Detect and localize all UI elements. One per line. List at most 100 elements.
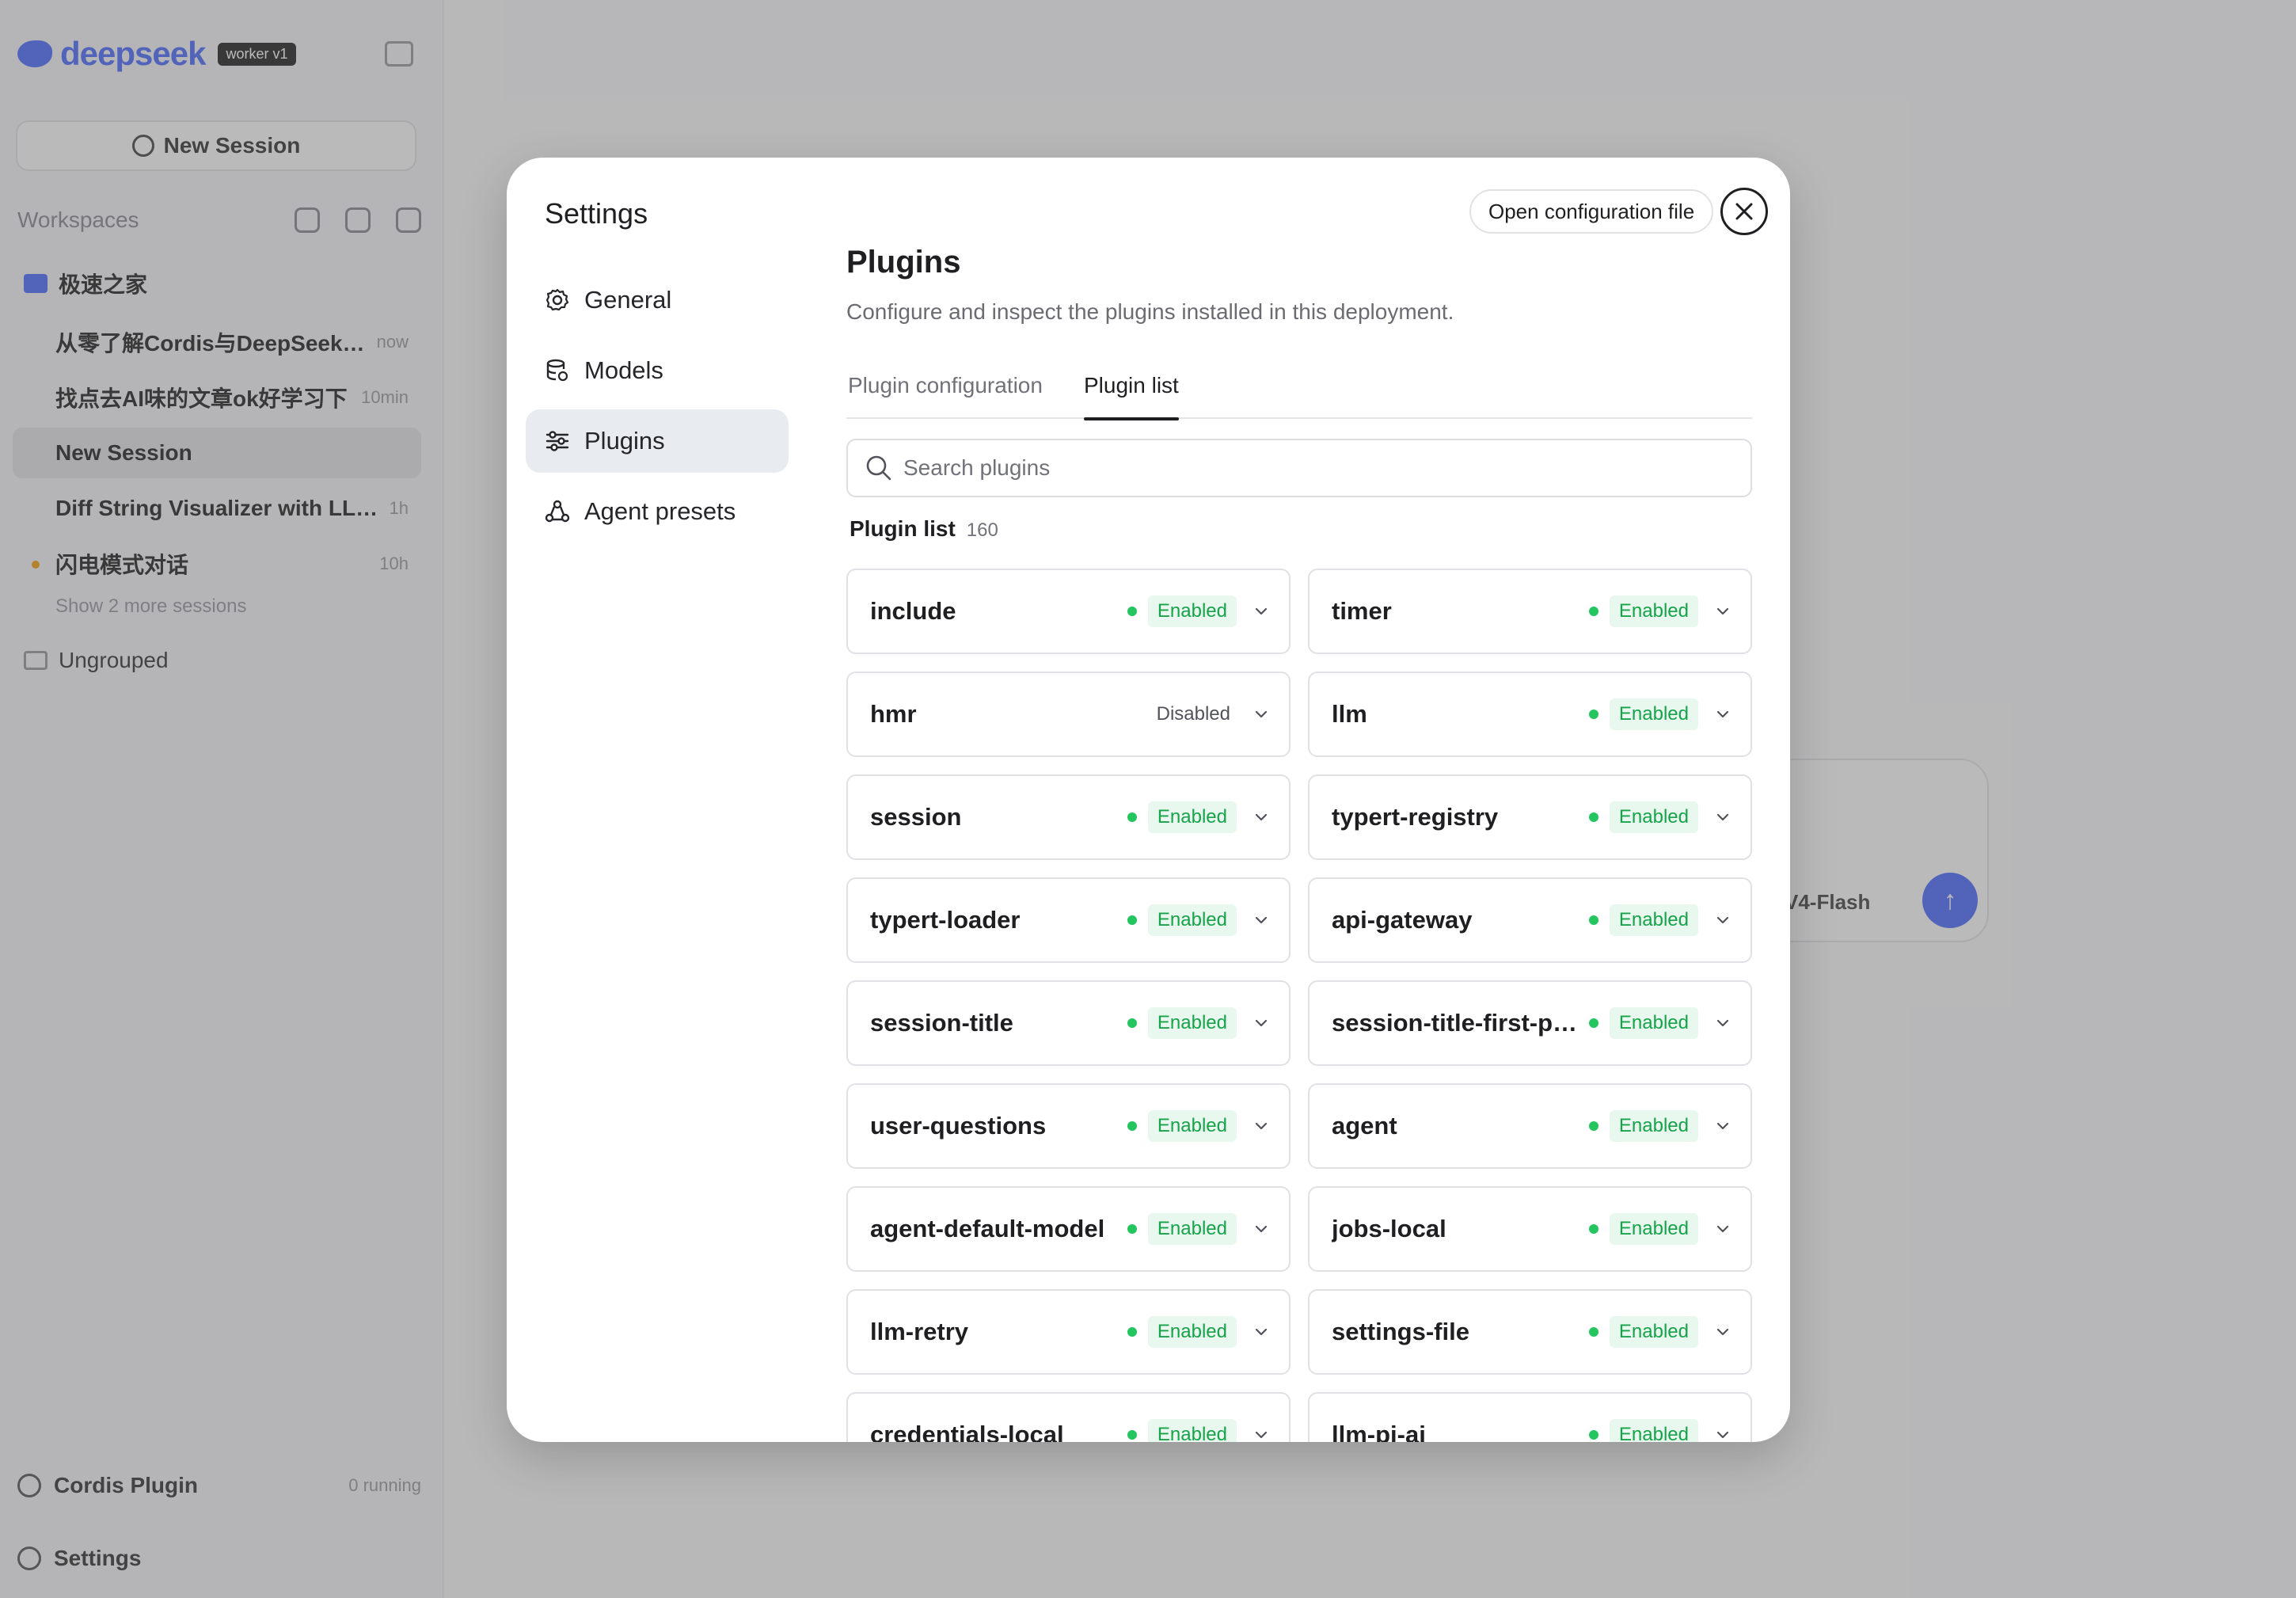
chevron-down-icon[interactable]: [1714, 603, 1732, 620]
chevron-down-icon[interactable]: [1253, 911, 1270, 929]
chevron-down-icon[interactable]: [1714, 1426, 1732, 1442]
status-dot: [1127, 1430, 1137, 1440]
plugin-card[interactable]: llm-retry Enabled: [846, 1289, 1291, 1375]
plugin-name: timer: [1332, 597, 1392, 625]
plugin-card[interactable]: user-questions Enabled: [846, 1083, 1291, 1169]
chevron-down-icon[interactable]: [1714, 1323, 1732, 1341]
status-badge: Enabled: [1147, 1316, 1237, 1348]
plugin-name: llm-pi-ai: [1332, 1421, 1426, 1442]
chevron-down-icon[interactable]: [1714, 911, 1732, 929]
status-dot: [1588, 1121, 1598, 1131]
chevron-down-icon[interactable]: [1253, 1426, 1270, 1442]
plugin-card[interactable]: llm Enabled: [1308, 672, 1752, 757]
plugin-status: Enabled: [1588, 801, 1698, 833]
nav-item-label: Models: [584, 356, 663, 384]
plugin-status: Enabled: [1588, 1110, 1698, 1142]
plugin-card[interactable]: credentials-local Enabled: [846, 1392, 1291, 1442]
plugin-name: jobs-local: [1332, 1215, 1446, 1242]
chevron-down-icon[interactable]: [1253, 1323, 1270, 1341]
plugin-status: Enabled: [1588, 698, 1698, 730]
settings-nav: General Models Plugins Agent presets: [526, 268, 789, 550]
chevron-down-icon[interactable]: [1714, 1220, 1732, 1238]
status-dot: [1588, 1018, 1598, 1028]
chevron-down-icon[interactable]: [1253, 1014, 1270, 1032]
chevron-down-icon[interactable]: [1714, 1117, 1732, 1135]
plugin-status: Enabled: [1127, 1110, 1237, 1142]
status-dot: [1127, 1327, 1137, 1337]
plugin-status: Enabled: [1127, 595, 1237, 627]
status-dot: [1127, 607, 1137, 616]
plugin-status: Enabled: [1127, 904, 1237, 936]
status-badge: Enabled: [1147, 1213, 1237, 1245]
chevron-down-icon[interactable]: [1253, 1117, 1270, 1135]
status-badge: Enabled: [1147, 904, 1237, 936]
page-title: Plugins: [846, 245, 961, 280]
plugin-name: typert-registry: [1332, 803, 1499, 831]
plugin-card[interactable]: session-title Enabled: [846, 980, 1291, 1066]
status-badge: Enabled: [1609, 1007, 1698, 1039]
status-badge: Enabled: [1609, 904, 1698, 936]
open-config-button[interactable]: Open configuration file: [1469, 189, 1714, 234]
plugin-name: include: [870, 597, 956, 625]
plugin-card[interactable]: session-title-first-prompt Enabled: [1308, 980, 1752, 1066]
chevron-down-icon[interactable]: [1714, 706, 1732, 723]
plugin-status: Enabled: [1588, 1007, 1698, 1039]
status-dot: [1588, 1224, 1598, 1234]
close-button[interactable]: [1720, 188, 1768, 235]
plugin-name: hmr: [870, 700, 917, 728]
tab-plugin-configuration[interactable]: Plugin configuration: [848, 365, 1043, 419]
plugin-card[interactable]: llm-pi-ai Enabled: [1308, 1392, 1752, 1442]
plugin-name: user-questions: [870, 1112, 1047, 1140]
nav-item-general[interactable]: General: [526, 268, 789, 332]
nav-item-label: General: [584, 286, 672, 314]
agent-icon: [545, 500, 570, 523]
plugin-card[interactable]: jobs-local Enabled: [1308, 1186, 1752, 1272]
chevron-down-icon[interactable]: [1253, 1220, 1270, 1238]
status-dot: [1127, 1121, 1137, 1131]
status-badge: Disabled: [1156, 703, 1230, 725]
chevron-down-icon[interactable]: [1253, 809, 1270, 826]
plugin-name: typert-loader: [870, 906, 1021, 934]
plugin-card[interactable]: settings-file Enabled: [1308, 1289, 1752, 1375]
plugin-status: Enabled: [1127, 1419, 1237, 1442]
status-badge: Enabled: [1609, 1316, 1698, 1348]
plugin-card[interactable]: hmr Disabled: [846, 672, 1291, 757]
nav-item-plugins[interactable]: Plugins: [526, 409, 789, 473]
plugin-grid: include Enabled timer Enabled hmr Disabled llm…: [846, 569, 1752, 1442]
tab-bar: Plugin configuration Plugin list: [846, 365, 1752, 420]
page-description: Configure and inspect the plugins instal…: [846, 299, 1454, 324]
chevron-down-icon[interactable]: [1714, 1014, 1732, 1032]
plugin-status: Enabled: [1588, 1419, 1698, 1442]
search-icon: [866, 455, 891, 481]
plugin-card[interactable]: typert-registry Enabled: [1308, 774, 1752, 860]
chevron-down-icon[interactable]: [1253, 603, 1270, 620]
status-dot: [1588, 607, 1598, 616]
status-badge: Enabled: [1609, 1110, 1698, 1142]
status-dot: [1127, 1224, 1137, 1234]
nav-item-agent-presets[interactable]: Agent presets: [526, 480, 789, 543]
chevron-down-icon[interactable]: [1253, 706, 1270, 723]
status-badge: Enabled: [1609, 595, 1698, 627]
search-input[interactable]: [903, 455, 1751, 481]
nav-item-label: Plugins: [584, 427, 665, 455]
status-dot: [1127, 812, 1137, 822]
plugin-card[interactable]: typert-loader Enabled: [846, 877, 1291, 963]
plugin-card[interactable]: include Enabled: [846, 569, 1291, 654]
plugin-name: session-title-first-prompt: [1332, 1009, 1589, 1037]
plugin-name: agent-default-model: [870, 1215, 1105, 1242]
plugin-card[interactable]: agent Enabled: [1308, 1083, 1752, 1169]
tab-plugin-list[interactable]: Plugin list: [1084, 365, 1179, 420]
nav-item-models[interactable]: Models: [526, 339, 789, 402]
nav-item-label: Agent presets: [584, 497, 736, 525]
plugin-card[interactable]: agent-default-model Enabled: [846, 1186, 1291, 1272]
status-dot: [1127, 1018, 1137, 1028]
plugin-status: Enabled: [1127, 1007, 1237, 1039]
plugin-card[interactable]: session Enabled: [846, 774, 1291, 860]
status-dot: [1588, 915, 1598, 925]
chevron-down-icon[interactable]: [1714, 809, 1732, 826]
plugin-status: Enabled: [1588, 1213, 1698, 1245]
plugin-status: Enabled: [1588, 1316, 1698, 1348]
plugin-card[interactable]: timer Enabled: [1308, 569, 1752, 654]
search-box[interactable]: [846, 439, 1752, 497]
plugin-card[interactable]: api-gateway Enabled: [1308, 877, 1752, 963]
